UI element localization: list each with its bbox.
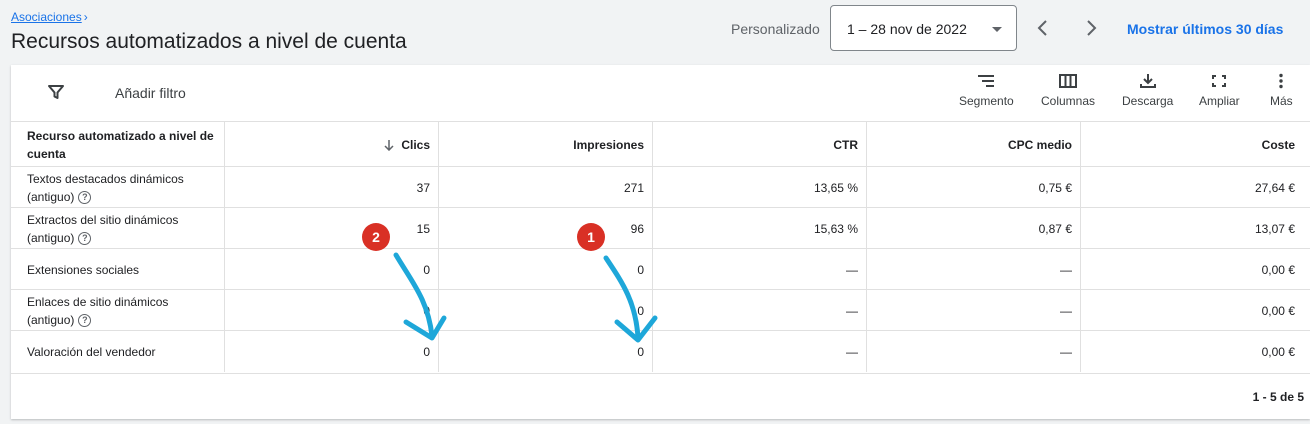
expand-button[interactable]: Ampliar (1199, 73, 1240, 108)
column-header-impressions[interactable]: Impresiones (438, 122, 652, 167)
breadcrumb[interactable]: Asociaciones › (11, 10, 88, 24)
segment-button[interactable]: Segmento (959, 73, 1014, 108)
cpc-cell: — (1060, 262, 1072, 277)
ctr-cell: — (846, 262, 858, 277)
resource-name-cell: Textos destacados dinámicos (antiguo)? (27, 171, 184, 204)
table-row: Valoración del vendedor 0 0 — — 0,00 € (11, 330, 1310, 374)
expand-label: Ampliar (1199, 94, 1240, 108)
cost-cell: 27,64 € (1254, 180, 1295, 195)
column-divider (652, 121, 653, 372)
table-header-row: Recurso automatizado a nivel de cuenta C… (11, 121, 1310, 167)
date-range-picker[interactable]: 1 – 28 nov de 2022 (830, 5, 1017, 51)
ctr-cell: — (846, 345, 858, 359)
next-period-button[interactable] (1079, 16, 1103, 40)
show-last-30-days-button[interactable]: Mostrar últimos 30 días (1127, 21, 1283, 37)
cost-cell: 13,07 € (1254, 221, 1295, 236)
cost-cell: 0,00 € (1261, 345, 1295, 359)
column-header-resource[interactable]: Recurso automatizado a nivel de cuenta (11, 122, 224, 167)
pagination-summary: 1 - 5 de 5 (1252, 390, 1304, 404)
annotation-badge-2: 2 (362, 223, 390, 251)
fullscreen-icon (1212, 75, 1227, 87)
resource-name-cell: Enlaces de sitio dinámicos (antiguo)? (27, 294, 169, 327)
column-header-cost[interactable]: Coste (1080, 122, 1303, 167)
filter-icon[interactable] (47, 83, 65, 101)
column-divider (438, 121, 439, 372)
table-row: Enlaces de sitio dinámicos (antiguo)? 0 0… (11, 289, 1310, 331)
impressions-cell: 271 (623, 180, 644, 195)
cpc-cell: 0,75 € (1038, 180, 1072, 195)
download-icon (1139, 74, 1156, 88)
annotation-badge-1: 1 (577, 223, 605, 251)
cpc-cell: — (1060, 345, 1072, 359)
more-button[interactable]: Más (1270, 73, 1293, 108)
resource-name-cell: Extractos del sitio dinámicos (antiguo)? (27, 212, 179, 245)
cpc-cell: — (1060, 303, 1072, 318)
ctr-cell: — (846, 303, 858, 318)
dropdown-arrow-icon (992, 27, 1002, 32)
download-button[interactable]: Descarga (1122, 73, 1173, 108)
clicks-cell: 0 (423, 303, 430, 318)
resource-name-cell: Extensiones sociales (27, 262, 140, 277)
help-icon[interactable]: ? (78, 190, 92, 204)
column-divider (1080, 121, 1081, 372)
sort-descending-icon (384, 139, 394, 151)
previous-period-button[interactable] (1031, 16, 1055, 40)
date-range-label: Personalizado (731, 21, 820, 37)
chevron-left-icon (1037, 20, 1047, 36)
impressions-cell: 96 (630, 221, 644, 236)
table-row: Extractos del sitio dinámicos (antiguo)? … (11, 207, 1310, 249)
date-range-value: 1 – 28 nov de 2022 (847, 21, 967, 37)
segment-label: Segmento (959, 94, 1014, 108)
segment-icon (978, 75, 995, 87)
cost-cell: 0,00 € (1261, 303, 1295, 318)
table-card: Añadir filtro Segmento Columnas Descarga… (11, 65, 1310, 419)
breadcrumb-link[interactable]: Asociaciones (11, 10, 82, 24)
ctr-cell: 15,63 % (813, 221, 858, 236)
more-label: Más (1270, 94, 1293, 108)
clicks-cell: 0 (423, 345, 430, 359)
columns-icon (1059, 74, 1078, 88)
page-title: Recursos automatizados a nivel de cuenta (11, 30, 407, 53)
help-icon[interactable]: ? (78, 313, 92, 327)
column-header-cpc[interactable]: CPC medio (866, 122, 1080, 167)
chevron-right-icon (1087, 20, 1097, 36)
columns-button[interactable]: Columnas (1041, 73, 1095, 108)
column-header-ctr[interactable]: CTR (652, 122, 866, 167)
column-divider (224, 121, 225, 372)
more-vert-icon (1279, 73, 1284, 89)
chevron-right-icon: › (83, 10, 88, 24)
resource-name-cell: Valoración del vendedor (27, 345, 156, 359)
impressions-cell: 0 (637, 262, 644, 277)
table-row: Extensiones sociales 0 0 — — 0,00 € (11, 248, 1310, 290)
impressions-cell: 0 (637, 303, 644, 318)
clicks-cell: 37 (416, 180, 430, 195)
help-icon[interactable]: ? (78, 231, 92, 245)
table-row: Textos destacados dinámicos (antiguo)? 37… (11, 166, 1310, 208)
clicks-cell: 15 (416, 221, 430, 236)
column-header-clicks[interactable]: Clics (224, 122, 438, 167)
cpc-cell: 0,87 € (1038, 221, 1072, 236)
columns-label: Columnas (1041, 94, 1096, 108)
add-filter-button[interactable]: Añadir filtro (115, 85, 186, 101)
cost-cell: 0,00 € (1261, 262, 1295, 277)
impressions-cell: 0 (637, 345, 644, 359)
ctr-cell: 13,65 % (813, 180, 858, 195)
column-divider (866, 121, 867, 372)
download-label: Descarga (1122, 94, 1174, 108)
clicks-cell: 0 (423, 262, 430, 277)
